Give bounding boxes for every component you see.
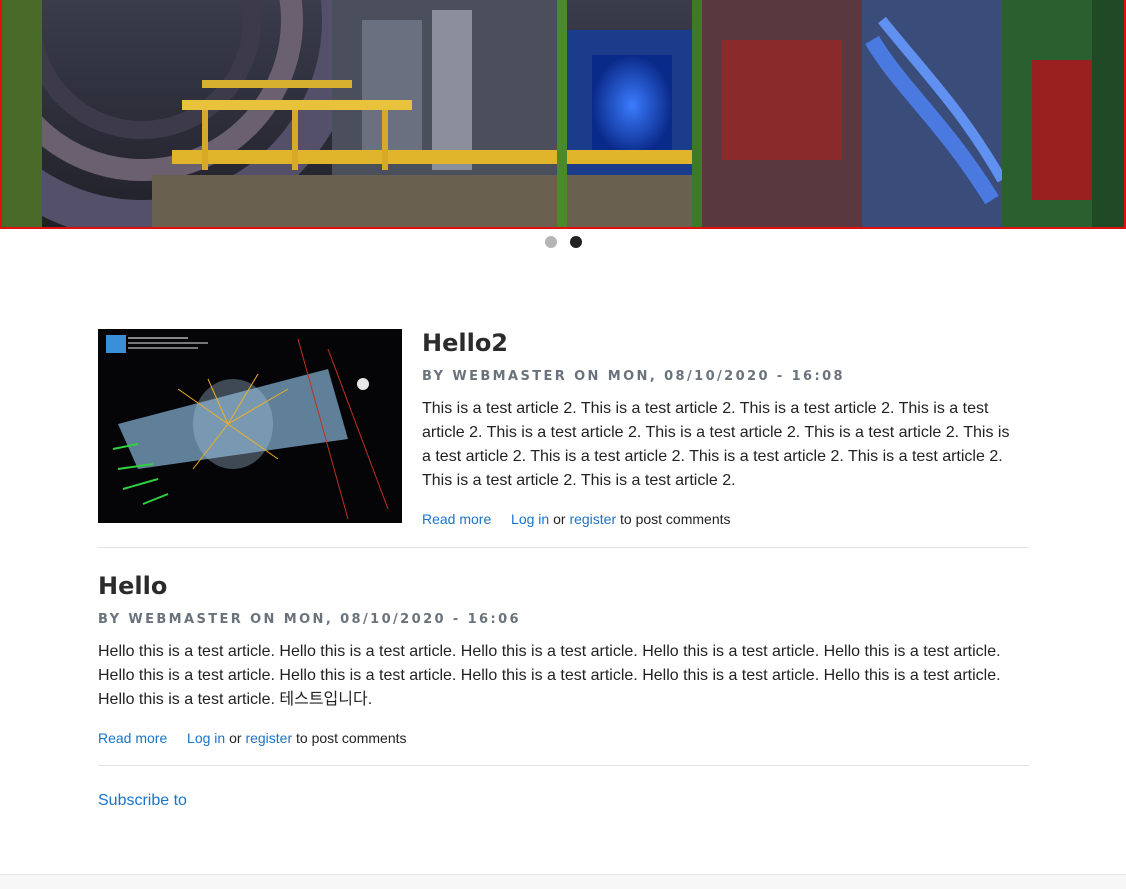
article-title[interactable]: Hello2 <box>422 329 508 357</box>
article-links: Read more Log in or register to post com… <box>98 730 407 746</box>
footer-region <box>0 874 1126 889</box>
article-meta: BY WEBMASTER ON MON, 08/10/2020 - 16:08 <box>422 369 845 384</box>
register-link[interactable]: register <box>245 730 292 746</box>
article-divider <box>98 765 1029 766</box>
image-slider[interactable] <box>0 0 1126 229</box>
article-teaser: Hello2 BY WEBMASTER ON MON, 08/10/2020 -… <box>98 329 1029 529</box>
slider-dot-2[interactable] <box>570 236 582 248</box>
article-meta: BY WEBMASTER ON MON, 08/10/2020 - 16:06 <box>98 612 521 627</box>
article-body: This is a test article 2. This is a test… <box>422 400 1010 489</box>
article-title[interactable]: Hello <box>98 572 167 600</box>
slider-image <box>2 0 1124 227</box>
login-link[interactable]: Log in <box>511 511 549 527</box>
article-links: Read more Log in or register to post com… <box>422 511 731 527</box>
article-divider <box>98 547 1029 548</box>
subscribe-link[interactable]: Subscribe to <box>98 792 187 810</box>
post-comments-text: to post comments <box>296 730 407 746</box>
article-thumbnail[interactable] <box>98 329 402 523</box>
particle-collision-image <box>98 329 402 523</box>
login-link[interactable]: Log in <box>187 730 225 746</box>
register-link[interactable]: register <box>569 511 616 527</box>
article-body: Hello this is a test article. Hello this… <box>98 643 1001 708</box>
read-more-link[interactable]: Read more <box>422 511 491 527</box>
slider-pagination <box>545 236 582 248</box>
slider-dot-1[interactable] <box>545 236 557 248</box>
post-comments-text: to post comments <box>620 511 731 527</box>
read-more-link[interactable]: Read more <box>98 730 167 746</box>
article-teaser: Hello BY WEBMASTER ON MON, 08/10/2020 - … <box>98 572 1029 752</box>
or-text: or <box>229 730 242 746</box>
or-text: or <box>553 511 566 527</box>
